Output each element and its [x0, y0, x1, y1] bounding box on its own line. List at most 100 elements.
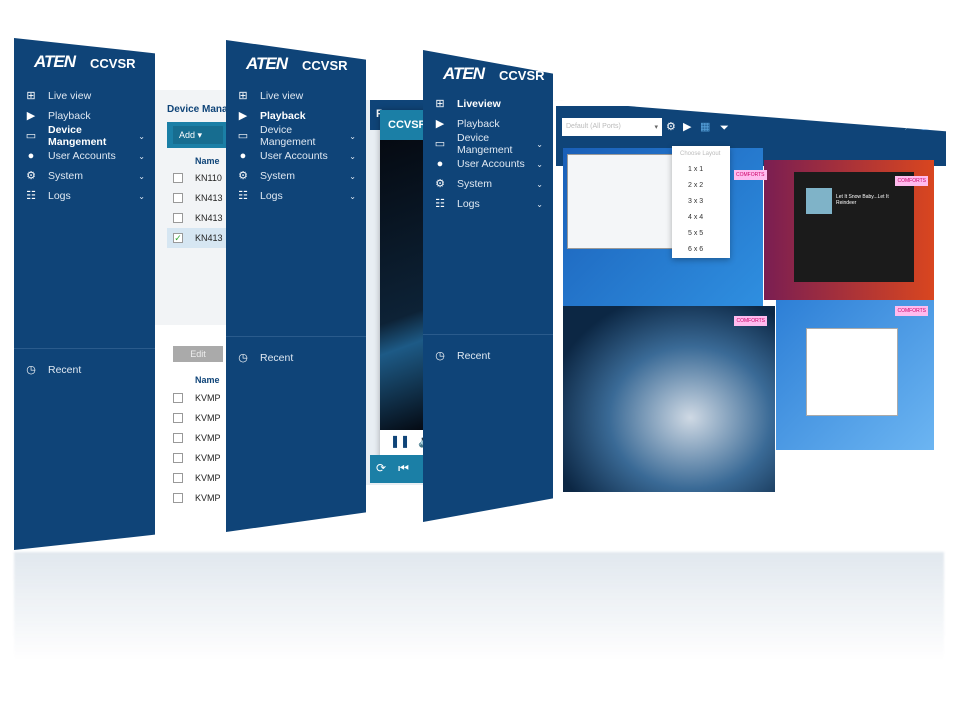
aten-logo: ATEN	[34, 52, 76, 71]
list-icon: ☷	[26, 190, 36, 202]
layout-menu-header: Choose Layout	[680, 151, 721, 157]
aten-logo: ATEN	[443, 64, 485, 83]
row-checkbox[interactable]	[173, 473, 183, 483]
row-checkbox[interactable]	[173, 193, 183, 203]
page-title: Device Manag	[167, 104, 234, 115]
sidebar-item-logs[interactable]: ☷ Logs ⌄	[24, 186, 145, 206]
sidebar-item-device-mangement[interactable]: ▭ Device Mangement ⌄	[236, 124, 356, 148]
device-name: KN413	[195, 193, 223, 203]
layout-option[interactable]: 4 x 4	[680, 210, 730, 226]
chevron-down-icon: ⌄	[138, 151, 145, 161]
row-checkbox[interactable]	[173, 433, 183, 443]
sidebar-item-logs[interactable]: ☷ Logs ⌄	[236, 186, 356, 206]
sidebar-item-logs[interactable]: ☷ Logs ⌄	[433, 194, 543, 214]
tile-ubuntu[interactable]: Let It Snow Baby...Let It Reindeer COMFO…	[764, 160, 934, 300]
sidebar-item-label: System	[48, 170, 84, 182]
sidebar-item-label: User Accounts	[260, 150, 328, 162]
logout-icon[interactable]: ⇥	[934, 120, 942, 131]
layout-option[interactable]: 3 x 3	[680, 194, 730, 210]
sidebar-item-label: Logs	[457, 198, 480, 210]
sidebar-item-system[interactable]: ⚙ System ⌄	[24, 166, 145, 186]
sidebar-item-playback[interactable]: ▶ Playback	[236, 106, 356, 126]
chevron-down-icon: ⌄	[536, 199, 543, 209]
tile-windows-explorer[interactable]: COMFORTS	[776, 300, 934, 450]
device-name: KN110	[195, 173, 222, 183]
user-icon: ●	[436, 158, 444, 170]
sidebar-item-label: System	[457, 178, 493, 190]
gear-icon[interactable]: ⚙	[666, 120, 676, 133]
play-icon[interactable]: ▶	[683, 120, 691, 133]
sidebar-item-user-accounts[interactable]: ● User Accounts ⌄	[236, 146, 356, 166]
grid-icon: ⊞	[435, 98, 445, 110]
row-checkbox[interactable]: ✓	[173, 233, 183, 243]
row-checkbox[interactable]	[173, 393, 183, 403]
sidebar-item-label: Recent	[48, 364, 82, 376]
sidebar-item-live-view[interactable]: ⊞ Live view	[24, 86, 145, 106]
chevron-down-icon: ⌄	[536, 139, 543, 149]
layout-option[interactable]: 6 x 6	[680, 242, 730, 258]
sidebar-item-device-mangement[interactable]: ▭ Device Mangement ⌄	[24, 124, 145, 148]
sidebar-item-label: Logs	[260, 190, 283, 202]
chevron-down-icon: ⌄	[536, 159, 543, 169]
grid-icon: ⊞	[238, 90, 248, 102]
name-column-header[interactable]: Name	[195, 156, 220, 166]
sidebar-item-playback[interactable]: ▶ Playback	[433, 114, 543, 134]
row-checkbox[interactable]	[173, 493, 183, 503]
layout-option[interactable]: 2 x 2	[680, 178, 730, 194]
sidebar-item-recent[interactable]: ◷ Recent	[236, 348, 293, 368]
user-icon: ●	[27, 150, 35, 162]
sidebar-item-playback[interactable]: ▶ Playback	[24, 106, 145, 126]
pause-icon[interactable]: ❚❚	[390, 434, 410, 448]
port-select[interactable]: Default (All Ports) ▾	[562, 118, 662, 136]
row-checkbox[interactable]	[173, 173, 183, 183]
name-column-header[interactable]: Name	[195, 375, 220, 385]
sidebar-item-user-accounts[interactable]: ● User Accounts ⌄	[24, 146, 145, 166]
chevron-down-icon: ⌄	[138, 131, 145, 141]
add-button[interactable]: Add ▾	[173, 126, 223, 144]
tile-badge: COMFORTS	[895, 176, 928, 186]
product-name: CCVSR	[90, 56, 136, 71]
refresh-icon[interactable]: ⟳	[376, 461, 386, 477]
now-playing: Let It Snow Baby...Let It Reindeer	[836, 194, 889, 206]
sidebar-item-device-mangement[interactable]: ▭ Device Mangement ⌄	[433, 132, 543, 156]
sidebar: ATEN CCVSR ⊞ Live view ▶ Playback ▭ Device Man…	[14, 38, 155, 550]
sidebar-item-label: Playback	[48, 110, 91, 122]
grid-icon: ⊞	[26, 90, 36, 102]
sidebar-item-recent[interactable]: ◷ Recent	[24, 360, 81, 380]
sidebar: ATEN CCVSR ⊞ Live view ▶ Playback ▭ Device Man…	[226, 40, 366, 532]
layout-menu: Choose Layout 1 x 12 x 23 x 34 x 45 x 56…	[672, 146, 730, 258]
sidebar-item-system[interactable]: ⚙ System ⌄	[433, 174, 543, 194]
sidebar-item-user-accounts[interactable]: ● User Accounts ⌄	[433, 154, 543, 174]
pin-icon[interactable]: 📌	[904, 120, 916, 131]
sidebar-item-system[interactable]: ⚙ System ⌄	[236, 166, 356, 186]
row-checkbox[interactable]	[173, 413, 183, 423]
tile-windows-clouds[interactable]: COMFORTS	[563, 306, 775, 492]
sidebar-item-label: Device Mangement	[260, 124, 316, 148]
device-name: KVMP	[195, 473, 221, 483]
device-name: KVMP	[195, 393, 221, 403]
layout-option[interactable]: 5 x 5	[680, 226, 730, 242]
drive-icon: ▭	[25, 130, 37, 142]
row-checkbox[interactable]	[173, 213, 183, 223]
divider	[14, 348, 155, 349]
device-name: KVMP	[195, 453, 221, 463]
sidebar-item-label: System	[260, 170, 296, 182]
chevron-down-icon: ⌄	[138, 171, 145, 181]
edit-button[interactable]: Edit	[173, 346, 223, 362]
skip-back-icon[interactable]: ⏮	[398, 461, 409, 477]
drive-icon: ▭	[237, 130, 249, 142]
sidebar-item-label: Live view	[260, 90, 304, 102]
tile-windows[interactable]	[563, 148, 763, 306]
sidebar-item-live-view[interactable]: ⊞ Live view	[236, 86, 356, 106]
filter-icon[interactable]: ⏷	[720, 122, 729, 135]
sidebar-item-recent[interactable]: ◷ Recent	[433, 346, 490, 366]
play-icon: ▶	[26, 110, 36, 122]
user-icon[interactable]: 👤	[920, 120, 932, 131]
layout-grid-icon[interactable]: ▦	[700, 120, 710, 133]
layout-option[interactable]: 1 x 1	[680, 162, 730, 178]
sidebar-item-liveview[interactable]: ⊞ Liveview	[433, 94, 543, 114]
device-name: KVMP	[195, 493, 221, 503]
chevron-down-icon: ⌄	[138, 191, 145, 201]
row-checkbox[interactable]	[173, 453, 183, 463]
list-icon: ☷	[435, 198, 445, 210]
